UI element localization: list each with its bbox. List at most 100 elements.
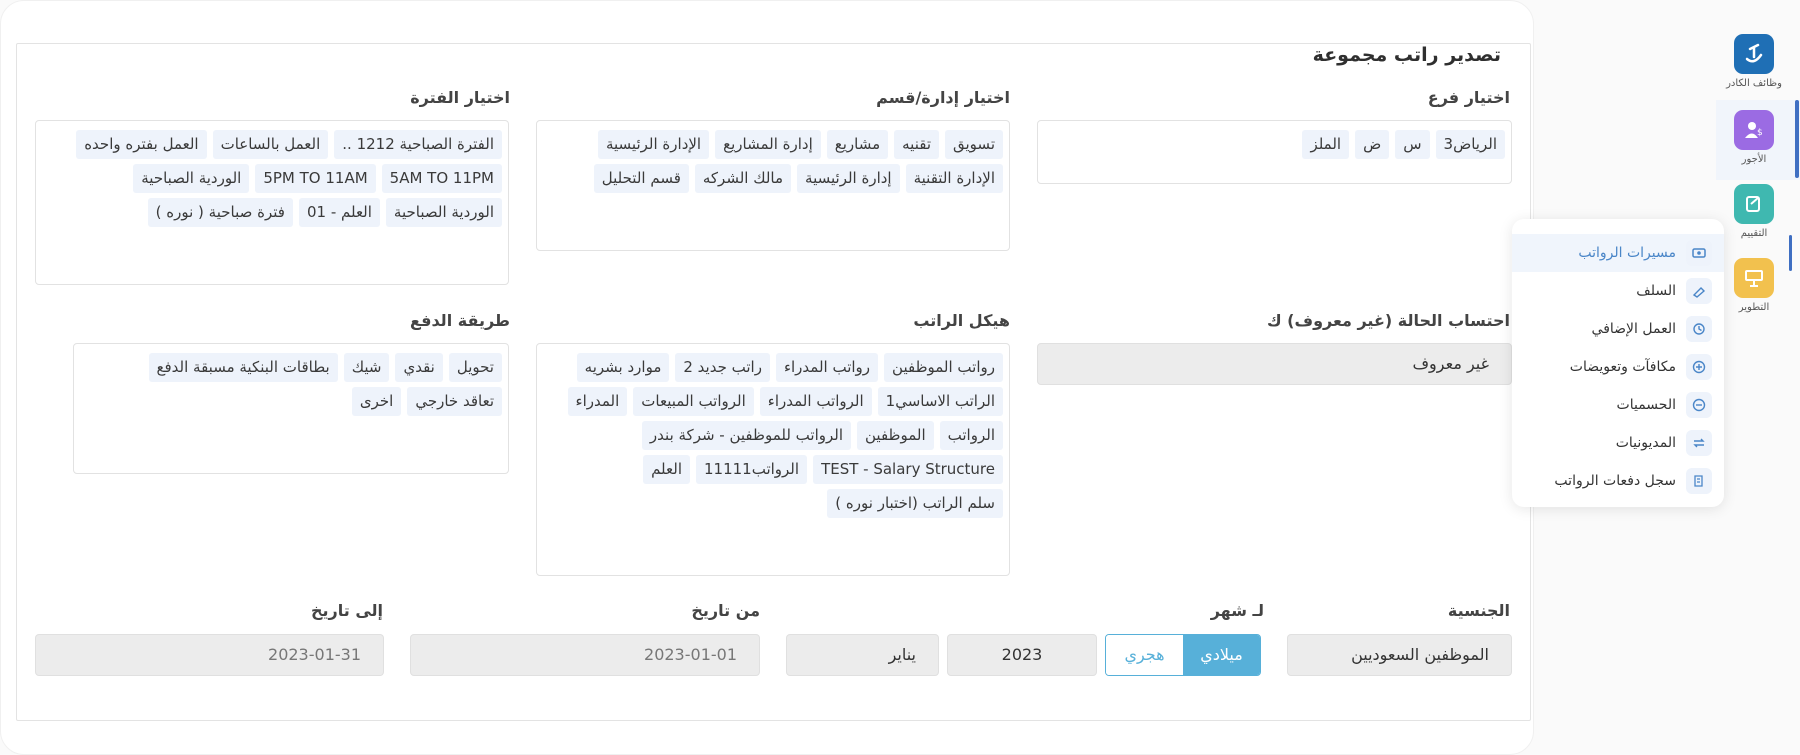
department-chip[interactable]: تسويق xyxy=(945,130,1003,159)
branch-chip[interactable]: س xyxy=(1395,130,1430,159)
salary-structure-chip[interactable]: الرواتب11111 xyxy=(696,455,808,484)
payment-method-select[interactable]: تحويل نقدي شيك بطاقات البنكية مسبقة الدف… xyxy=(73,343,509,474)
payment-method-chip[interactable]: تعاقد خارجي xyxy=(407,387,502,416)
salary-structure-chip[interactable]: الرواتب للموظفين - شركة بندر xyxy=(641,421,852,450)
rail-label: التقييم xyxy=(1740,228,1768,239)
payment-log-icon xyxy=(1686,468,1712,494)
deduction-icon xyxy=(1686,392,1712,418)
svg-text:$: $ xyxy=(1757,128,1763,138)
period-chip[interactable]: 5AM TO 11PM xyxy=(381,164,502,193)
nationality-select[interactable]: الموظفين السعوديين xyxy=(1287,634,1512,676)
menu-item-label: مكافآت وتعويضات xyxy=(1569,359,1676,375)
period-chip[interactable]: العلم - 01 xyxy=(298,198,380,227)
department-chip[interactable]: إدارة الرئيسية xyxy=(797,164,900,193)
menu-item-label: المديونيات xyxy=(1615,435,1676,451)
salary-structure-chip[interactable]: الموظفين xyxy=(857,421,934,450)
payment-method-chip[interactable]: نقدي xyxy=(395,353,443,382)
payroll-submenu: مسيرات الرواتب السلف العمل الإضافي مكافآ… xyxy=(1512,219,1724,507)
rail-label: التطوير xyxy=(1738,302,1770,313)
debts-icon xyxy=(1686,430,1712,456)
period-chip[interactable]: 5PM TO 11AM xyxy=(255,164,376,193)
payment-method-chip[interactable]: تحويل xyxy=(448,353,502,382)
menu-item-payment-log[interactable]: سجل دفعات الرواتب xyxy=(1512,462,1724,500)
salary-structure-chip[interactable]: العلم xyxy=(643,455,690,484)
to-date-input[interactable]: 2023-01-31 xyxy=(35,634,384,676)
branch-label: اختيار فرع xyxy=(1427,88,1510,107)
salary-structure-chip[interactable]: راتب جديد 2 xyxy=(675,353,770,382)
payment-method-chip[interactable]: اخرى xyxy=(351,387,402,416)
menu-item-overtime[interactable]: العمل الإضافي xyxy=(1512,310,1724,348)
hijri-option[interactable]: هجري xyxy=(1106,635,1183,675)
logo-icon xyxy=(1734,34,1774,74)
salary-structure-select[interactable]: رواتب الموظفين رواتب المدراء راتب جديد 2… xyxy=(536,343,1010,576)
menu-item-advances[interactable]: السلف xyxy=(1512,272,1724,310)
salary-structure-chip[interactable]: رواتب الموظفين xyxy=(884,353,1003,382)
branch-chip[interactable]: الملز xyxy=(1302,130,1350,159)
salary-structure-chip[interactable]: الرواتب المدراء xyxy=(759,387,872,416)
department-chip[interactable]: قسم التحليل xyxy=(593,164,689,193)
page-title: تصدير راتب مجموعة xyxy=(1306,44,1507,66)
menu-item-deductions[interactable]: الحسميات xyxy=(1512,386,1724,424)
menu-item-label: سجل دفعات الرواتب xyxy=(1554,473,1676,489)
payroll-icon: $ xyxy=(1734,110,1774,150)
period-chip[interactable]: الوردية الصباحية xyxy=(133,164,250,193)
rail-item-evaluation[interactable]: التقييم xyxy=(1714,184,1794,239)
salary-structure-chip[interactable]: سلم الراتب (اختبار نوره ) xyxy=(827,489,1003,518)
department-chip[interactable]: الإدارة التقنية xyxy=(905,164,1003,193)
branch-chip[interactable]: ض xyxy=(1355,130,1390,159)
salary-structure-chip[interactable]: رواتب المدراء xyxy=(775,353,879,382)
menu-item-label: الحسميات xyxy=(1616,397,1676,413)
month-select[interactable]: يناير xyxy=(786,634,939,676)
to-date-label: إلى تاريخ xyxy=(310,601,383,620)
payment-method-chip[interactable]: بطاقات البنكية مسبقة الدفع xyxy=(148,353,338,382)
payment-method-label: طريقة الدفع xyxy=(410,311,510,330)
menu-item-label: السلف xyxy=(1636,283,1676,299)
menu-item-label: العمل الإضافي xyxy=(1591,321,1676,337)
overtime-icon xyxy=(1686,316,1712,342)
department-select[interactable]: تسويق تقنيه مشاريع إدارة المشاريع الإدار… xyxy=(536,120,1010,251)
rail-item-development[interactable]: التطوير xyxy=(1714,258,1794,313)
period-select[interactable]: الفترة الصباحية 1212 .. العمل بالساعات ا… xyxy=(35,120,509,285)
year-select[interactable]: 2023 xyxy=(947,634,1097,676)
period-chip[interactable]: فترة صباحية ( نوره ) xyxy=(147,198,293,227)
status-calc-select[interactable]: غير معروف xyxy=(1037,343,1512,385)
period-chip[interactable]: العمل بفتره واحده xyxy=(76,130,207,159)
period-chip[interactable]: العمل بالساعات xyxy=(212,130,329,159)
salary-structure-chip[interactable]: الرواتب المبيعات xyxy=(633,387,754,416)
from-date-label: من تاريخ xyxy=(691,601,760,620)
period-chip[interactable]: الفترة الصباحية 1212 .. xyxy=(334,130,502,159)
month-label: لـ شهر xyxy=(1210,601,1264,620)
salary-structure-chip[interactable]: الرواتب xyxy=(939,421,1003,450)
menu-item-label: مسيرات الرواتب xyxy=(1578,245,1676,261)
menu-item-payroll-runs[interactable]: مسيرات الرواتب xyxy=(1512,234,1724,272)
department-chip[interactable]: إدارة المشاريع xyxy=(715,130,821,159)
department-chip[interactable]: الإدارة الرئيسية xyxy=(597,130,710,159)
payment-method-chip[interactable]: شيك xyxy=(343,353,390,382)
menu-item-debts[interactable]: المديونيات xyxy=(1512,424,1724,462)
salary-structure-label: هيكل الراتب xyxy=(913,311,1010,330)
from-date-input[interactable]: 2023-01-01 xyxy=(410,634,760,676)
period-chip[interactable]: الوردية الصباحية xyxy=(385,198,502,227)
salary-structure-chip[interactable]: موارد بشريه xyxy=(576,353,670,382)
branch-chip[interactable]: الرياض3 xyxy=(1435,130,1505,159)
period-label: اختيار الفترة xyxy=(410,88,510,107)
rail-item-payroll[interactable]: $ الأجور xyxy=(1714,110,1794,165)
calendar-toggle[interactable]: هجري ميلادي xyxy=(1105,634,1261,676)
salary-structure-chip[interactable]: الراتب الاساسي1 xyxy=(877,387,1003,416)
department-chip[interactable]: تقنيه xyxy=(894,130,939,159)
evaluation-icon xyxy=(1734,184,1774,224)
advance-icon xyxy=(1686,278,1712,304)
rail-label: الأجور xyxy=(1741,154,1767,165)
salary-structure-chip[interactable]: المدراء xyxy=(567,387,628,416)
gregorian-option[interactable]: ميلادي xyxy=(1183,635,1260,675)
rail-item-staff[interactable]: وظائف الكادر xyxy=(1714,34,1794,89)
bonus-icon xyxy=(1686,354,1712,380)
salary-structure-chip[interactable]: TEST - Salary Structure xyxy=(813,455,1003,484)
development-icon xyxy=(1734,258,1774,298)
branch-select[interactable]: الرياض3 س ض الملز xyxy=(1037,120,1512,184)
department-chip[interactable]: مالك الشركه xyxy=(694,164,792,193)
department-chip[interactable]: مشاريع xyxy=(826,130,889,159)
payroll-run-icon xyxy=(1686,240,1712,266)
menu-item-bonuses[interactable]: مكافآت وتعويضات xyxy=(1512,348,1724,386)
status-calc-label: احتساب الحالة (غير معروف) ك xyxy=(1266,311,1510,330)
